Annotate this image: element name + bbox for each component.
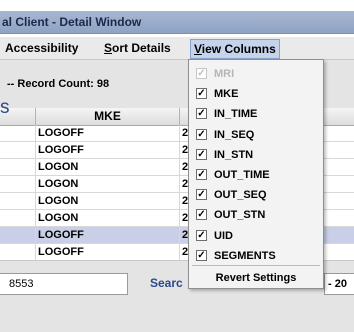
- menu-view-columns[interactable]: View Columns: [190, 39, 280, 59]
- row-cell-mke: LOGON: [36, 193, 180, 209]
- row-cell-blank: [0, 125, 36, 141]
- view-column-item-segments[interactable]: ✓ SEGMENTS: [189, 245, 323, 267]
- detail-window: al Client - Detail Window Accessibility …: [0, 0, 354, 332]
- view-column-item-out-stn[interactable]: ✓ OUT_STN: [189, 204, 323, 226]
- view-column-label: OUT_STN: [214, 209, 266, 222]
- row-cell-mke: LOGOFF: [36, 227, 180, 243]
- window-title: al Client - Detail Window: [2, 15, 142, 29]
- checkbox-icon: ✓: [196, 68, 207, 79]
- checkbox-icon[interactable]: ✓: [196, 88, 207, 100]
- row-cell-blank: [0, 142, 36, 158]
- row-cell-blank: [0, 193, 36, 209]
- row-cell-blank: [0, 210, 36, 226]
- view-column-item-uid[interactable]: ✓ UID: [189, 225, 323, 247]
- view-column-label: IN_TIME: [214, 108, 258, 121]
- row-cell-mke: LOGON: [36, 176, 180, 192]
- menu-view-columns-label: iew Columns: [201, 42, 276, 56]
- view-column-label: MKE: [214, 88, 239, 101]
- checkbox-icon[interactable]: ✓: [196, 249, 207, 261]
- view-column-label: UID: [214, 229, 233, 242]
- row-cell-mke: LOGOFF: [36, 244, 180, 260]
- menu-accessibility-label: Accessibility: [5, 41, 79, 55]
- view-column-label: OUT_TIME: [214, 169, 270, 181]
- menu-bar: Accessibility Sort Details View Columns: [0, 37, 354, 60]
- view-column-item-out-seq[interactable]: ✓ OUT_SEQ: [189, 184, 323, 206]
- row-cell-blank: [0, 227, 36, 243]
- view-column-label: SEGMENTS: [214, 249, 276, 262]
- revert-settings-item[interactable]: Revert Settings: [189, 267, 323, 289]
- view-column-label: OUT_SEQ: [214, 189, 267, 202]
- side-fragment-text: s: [0, 97, 10, 118]
- checkbox-icon[interactable]: ✓: [196, 189, 207, 201]
- view-column-item-out-time[interactable]: ✓ OUT_TIME: [189, 164, 323, 186]
- checkbox-icon[interactable]: ✓: [196, 128, 207, 140]
- row-cell-mke: LOGOFF: [36, 125, 180, 141]
- row-cell-blank: [0, 244, 36, 260]
- menu-view-columns-mnemonic: V: [194, 42, 202, 56]
- row-cell-blank: [0, 159, 36, 175]
- view-column-label: IN_STN: [214, 148, 254, 161]
- menu-sort-details[interactable]: Sort Details: [101, 39, 174, 57]
- window-title-bar[interactable]: al Client - Detail Window: [0, 11, 354, 34]
- view-column-item-in-time[interactable]: ✓ IN_TIME: [189, 103, 323, 125]
- view-column-label: MRI: [214, 68, 235, 80]
- checkbox-icon[interactable]: ✓: [196, 108, 207, 120]
- view-column-item-mke[interactable]: ✓ MKE: [189, 83, 323, 105]
- menu-sort-details-mnemonic: S: [104, 41, 113, 55]
- checkbox-icon[interactable]: ✓: [196, 169, 207, 180]
- row-cell-blank: [0, 176, 36, 192]
- row-cell-mke: LOGON: [36, 210, 180, 226]
- row-cell-mke: LOGON: [36, 159, 180, 175]
- view-column-label: IN_SEQ: [214, 128, 255, 141]
- row-cell-mke: LOGOFF: [36, 142, 180, 158]
- view-column-item-mri: ✓ MRI: [189, 63, 323, 85]
- column-header-mke[interactable]: MKE: [36, 108, 180, 125]
- date-field[interactable]: - 20: [324, 273, 354, 295]
- menu-accessibility[interactable]: Accessibility: [2, 39, 81, 57]
- search-link[interactable]: Searc: [150, 276, 183, 290]
- view-column-item-in-stn[interactable]: ✓ IN_STN: [189, 144, 323, 166]
- menu-separator: [192, 265, 320, 266]
- checkbox-icon[interactable]: ✓: [196, 229, 207, 241]
- view-column-item-in-seq[interactable]: ✓ IN_SEQ: [189, 124, 323, 146]
- record-count: -- Record Count: 98: [7, 78, 110, 90]
- checkbox-icon[interactable]: ✓: [196, 209, 207, 221]
- id-field[interactable]: 8553: [0, 273, 128, 295]
- menu-sort-details-label: ort Details: [112, 41, 171, 55]
- checkbox-icon[interactable]: ✓: [196, 148, 207, 160]
- view-columns-dropdown: ✓ MRI ✓ MKE ✓ IN_TIME ✓ IN_SEQ ✓ IN_STN ✓ OUT_TIME ✓…: [188, 59, 324, 289]
